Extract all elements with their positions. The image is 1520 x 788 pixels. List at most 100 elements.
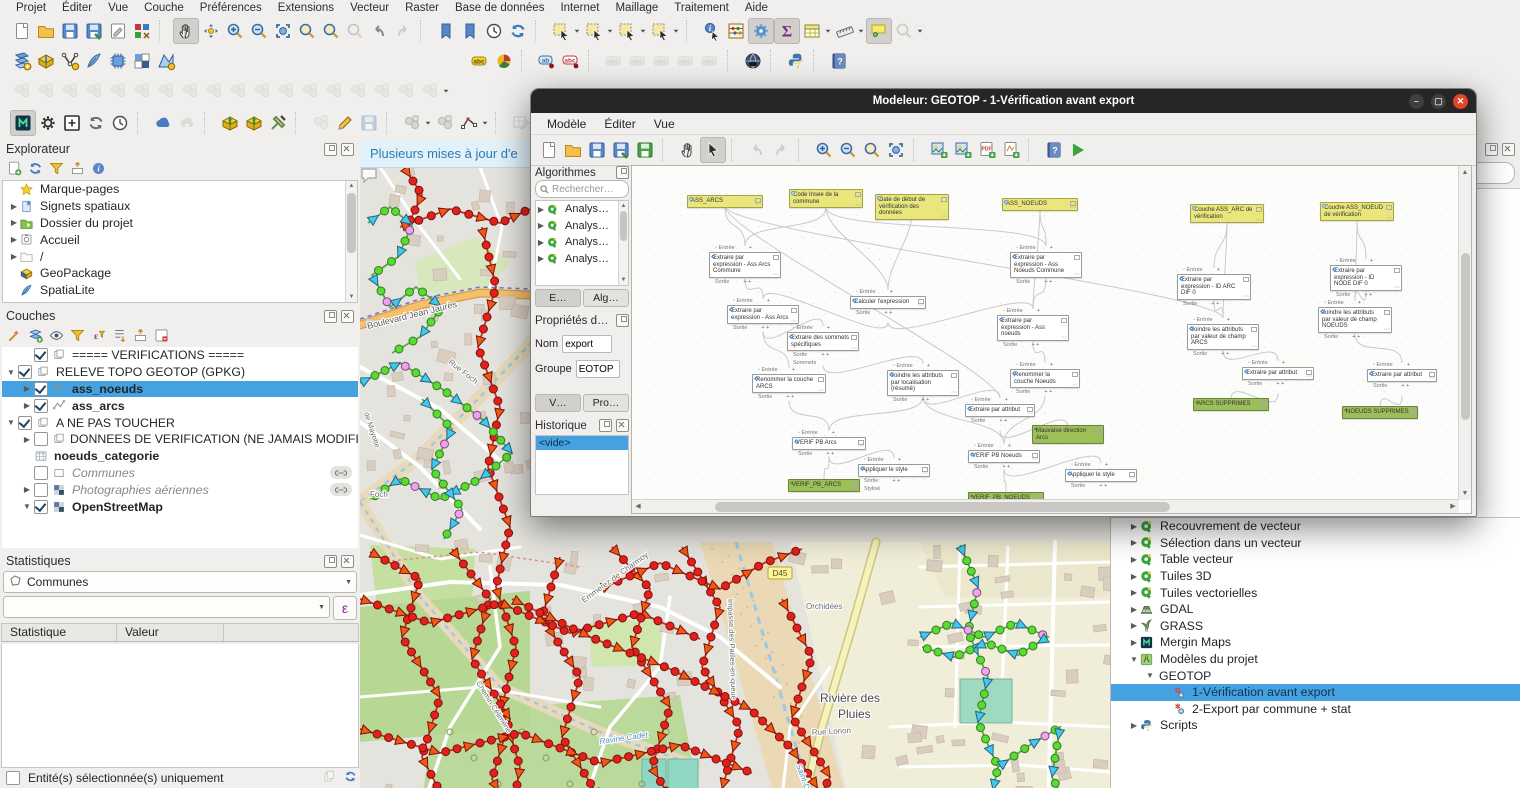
explorer-float-button[interactable] [324, 143, 337, 156]
style-manager-icon[interactable] [130, 19, 154, 43]
unpin-labels-icon[interactable]: abc [559, 49, 583, 73]
save-model-icon[interactable] [585, 138, 609, 162]
add-frame-icon[interactable] [60, 111, 84, 135]
minimize-button[interactable]: – [1409, 94, 1424, 109]
browser-item-spatialite[interactable]: SpatiaLite [3, 282, 357, 299]
add-postgis-layer-icon[interactable] [106, 49, 130, 73]
menu-pr-f-rences[interactable]: Préférences [192, 2, 270, 14]
menu-base-de-donn-es[interactable]: Base de données [447, 2, 553, 14]
menu-internet[interactable]: Internet [552, 2, 607, 14]
statistics-col-valeur[interactable]: Valeur [117, 624, 224, 641]
modeler-menu-mod-le[interactable]: Modèle [539, 117, 594, 131]
toolbox-item-geotop[interactable]: ▼GEOTOP [1111, 667, 1520, 684]
dropdown-arrow-icon[interactable] [442, 79, 451, 103]
dropdown-arrow-icon[interactable] [916, 19, 925, 43]
zoom-to-selection-icon[interactable] [295, 19, 319, 43]
add-layer-doc-icon[interactable] [6, 160, 23, 180]
toolbox-item-grass[interactable]: ▶GRASS [1111, 618, 1520, 635]
layout-manager-icon[interactable] [106, 19, 130, 43]
layer-item-ass-arcs[interactable]: ▶ass_arcs [2, 397, 358, 414]
select-by-location-icon[interactable] [648, 19, 672, 43]
save-model-as-icon[interactable] [609, 138, 633, 162]
algorithm-group-item[interactable]: ▶Analys… [536, 251, 628, 268]
model-node-a13[interactable]: ◦ Entrée+Renommer la couche NoeudsSortie… [1010, 361, 1080, 396]
algorithm-list-scrollbar[interactable]: ▲▼ [618, 201, 628, 285]
zoom-out-icon[interactable] [836, 138, 860, 162]
layer-diagram-icon[interactable] [492, 49, 516, 73]
add-mesh-layer-icon[interactable] [154, 49, 178, 73]
model-node-a18[interactable]: ◦ Entrée+VERIF PB NoeudsSortie+ + [968, 442, 1040, 471]
model-name-input[interactable] [562, 335, 612, 353]
pan-to-selection-icon[interactable] [199, 19, 223, 43]
vertex-tool-icon[interactable] [457, 111, 481, 135]
close-button[interactable]: ✕ [1453, 94, 1468, 109]
show-bookmarks-icon[interactable] [458, 19, 482, 43]
zoom-last-icon[interactable] [367, 19, 391, 43]
remove-layer-icon[interactable] [153, 327, 170, 347]
layer-item-ass-noeuds[interactable]: ▶ass_noeuds [2, 381, 358, 398]
pan-hand-icon[interactable] [676, 138, 700, 162]
export-dxf-icon[interactable] [951, 138, 975, 162]
toolbox-item-1-v-rification-avant-export[interactable]: 1-Vérification avant export [1111, 684, 1520, 701]
add-group-icon[interactable] [27, 327, 44, 347]
dropdown-arrow-icon[interactable] [857, 19, 866, 43]
zoom-in-icon[interactable] [223, 19, 247, 43]
toggle-editing-icon[interactable] [333, 111, 357, 135]
layers-float-button[interactable] [324, 310, 337, 323]
model-node-a5[interactable]: ◦ Entrée+Extraire par expression - Ass N… [1010, 244, 1082, 286]
digitize-line-icon[interactable] [400, 111, 424, 135]
refresh-statistics-icon[interactable] [343, 769, 358, 787]
browser-item-geopackage[interactable]: GeoPackage [3, 265, 357, 282]
properties-float-button[interactable] [616, 314, 629, 327]
mergin-cloud-icon[interactable] [151, 111, 175, 135]
canvas-horizontal-scrollbar[interactable]: ◀▶ [632, 499, 1459, 513]
select-cursor-icon[interactable] [700, 137, 726, 163]
properties-tab-1[interactable]: Pro… [583, 394, 629, 412]
checkout-package-icon[interactable] [218, 111, 242, 135]
select-by-form-icon[interactable] [582, 19, 606, 43]
layer-item-releve-topo-geotop-gpkg-[interactable]: ▼RELEVE TOPO GEOTOP (GPKG) [2, 364, 358, 381]
menu-traitement[interactable]: Traitement [666, 2, 737, 14]
zoom-actual-icon[interactable] [860, 138, 884, 162]
modeler-menu-vue[interactable]: Vue [646, 117, 683, 131]
deselect-all-icon[interactable] [615, 19, 639, 43]
properties-tab-0[interactable]: V… [535, 394, 581, 412]
folder-open-icon[interactable] [561, 138, 585, 162]
model-node-i1[interactable]: ASS_ARCS [687, 195, 763, 208]
model-node-i5[interactable]: Couche ASS_ARC de vérification [1190, 204, 1264, 223]
copy-statistics-icon[interactable] [322, 769, 337, 787]
identify-features-icon[interactable]: i [700, 19, 724, 43]
algorithms-float-button[interactable] [616, 166, 629, 179]
browser-item-signets-spatiaux[interactable]: ▶Signets spatiaux [3, 198, 357, 215]
toolbox-item-recouvrement-de-vecteur[interactable]: ▶Recouvrement de vecteur [1111, 518, 1520, 535]
model-node-a9[interactable]: ◦ Entrée+Joindre les attributs par valeu… [1187, 316, 1259, 358]
collapse-all-icon[interactable] [69, 160, 86, 180]
toolbox-item-gdal[interactable]: ▶GDALGDAL [1111, 601, 1520, 618]
menu-vecteur[interactable]: Vecteur [342, 2, 397, 14]
temporal-controller-icon[interactable] [482, 19, 506, 43]
menu--diter[interactable]: Éditer [54, 2, 100, 14]
menu-raster[interactable]: Raster [397, 2, 447, 14]
project-history-icon[interactable] [108, 111, 132, 135]
toolbox-item-mergin-maps[interactable]: ▶Mergin Maps [1111, 634, 1520, 651]
statistics-field-combo[interactable]: ▼ [3, 596, 330, 618]
pin-labels-icon[interactable]: ab [535, 49, 559, 73]
statistics-float-button[interactable] [324, 555, 337, 568]
algorithms-tab-0[interactable]: E… [535, 289, 581, 307]
expression-builder-button[interactable]: ε [333, 596, 357, 620]
open-layer-styling-icon[interactable] [6, 327, 23, 347]
toolbox-close-button[interactable] [1502, 143, 1515, 156]
maximize-button[interactable]: ▢ [1431, 94, 1446, 109]
measure-line-icon[interactable] [833, 19, 857, 43]
history-float-button[interactable] [599, 419, 612, 432]
statistics-close-button[interactable] [341, 555, 354, 568]
label-toolbar-icon[interactable]: abc [468, 49, 492, 73]
model-node-i4[interactable]: ASS_NOEUDS [1002, 198, 1078, 211]
dropdown-arrow-icon[interactable] [639, 19, 648, 43]
dropdown-arrow-icon[interactable] [573, 19, 582, 43]
sync-project-icon[interactable] [84, 111, 108, 135]
add-spatialite-layer-icon[interactable] [82, 49, 106, 73]
model-node-i2[interactable]: Code Insee de la commune [789, 189, 863, 208]
commit-package-icon[interactable] [242, 111, 266, 135]
doc-new-icon[interactable] [537, 138, 561, 162]
